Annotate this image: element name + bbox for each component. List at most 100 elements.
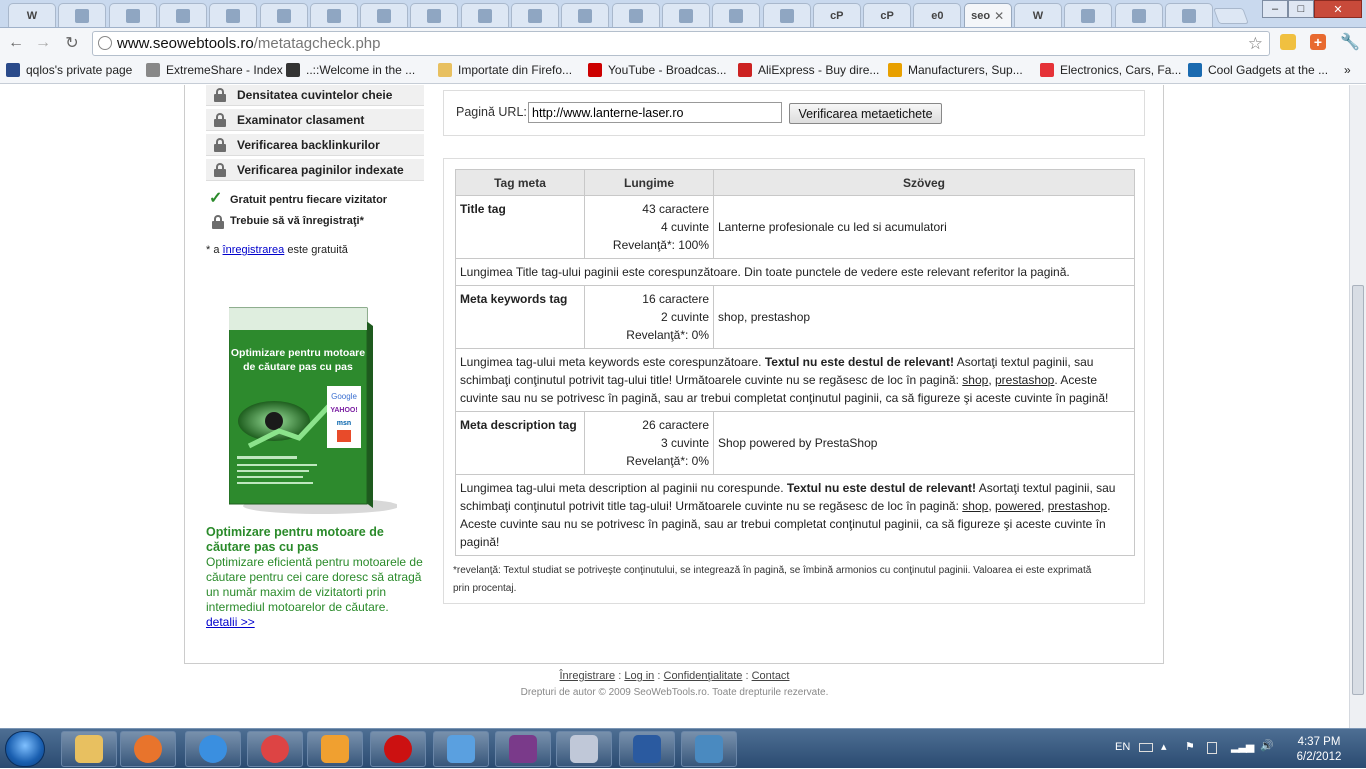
footer-link-login[interactable]: Log in — [624, 670, 654, 682]
browser-tab[interactable] — [1114, 3, 1163, 27]
column-header-text: Szöveg — [713, 169, 1135, 196]
missing-word-link[interactable]: shop — [962, 499, 988, 513]
footer-link-register[interactable]: Înregistrare — [560, 670, 616, 682]
network-icon[interactable]: ▂▃▅ — [1231, 740, 1254, 753]
bookmark-item[interactable]: YouTube - Broadcas... — [588, 63, 727, 77]
missing-word-link[interactable]: prestashop — [995, 373, 1054, 387]
missing-word-link[interactable]: powered — [995, 499, 1041, 513]
verify-meta-tags-button[interactable]: Verificarea metaetichete — [789, 103, 942, 124]
taskbar-chrome-button[interactable] — [247, 731, 303, 767]
flag-icon[interactable]: ⚑ — [1185, 740, 1195, 753]
maximize-button[interactable]: □ — [1288, 0, 1314, 18]
keyboard-icon[interactable] — [1139, 743, 1153, 752]
registration-link[interactable]: înregistrarea — [223, 244, 285, 256]
footer-separator: : — [745, 670, 749, 682]
bookmark-item[interactable]: Importate din Firefo... — [438, 63, 572, 77]
browser-tab[interactable] — [611, 3, 660, 27]
wrench-icon[interactable]: 🔧 — [1340, 32, 1360, 52]
scrollbar-thumb[interactable] — [1352, 285, 1364, 695]
close-tab-icon[interactable]: ✕ — [994, 9, 1004, 23]
missing-word-link[interactable]: shop — [962, 373, 988, 387]
browser-tab[interactable] — [108, 3, 157, 27]
browser-tab[interactable]: W — [8, 3, 56, 27]
url-input[interactable] — [528, 102, 782, 123]
taskbar-winrar-button[interactable] — [495, 731, 551, 767]
meta-tag-text: Shop powered by PrestaShop — [713, 411, 1135, 475]
browser-tab[interactable] — [58, 3, 107, 27]
start-button[interactable] — [5, 731, 45, 767]
bookmark-item[interactable]: ExtremeShare - Index — [146, 63, 283, 77]
missing-word-link[interactable]: prestashop — [1048, 499, 1107, 513]
browser-tab[interactable]: e0 — [913, 3, 962, 27]
footer-link-privacy[interactable]: Confidenţialitate — [664, 670, 743, 682]
dx-icon — [1188, 63, 1202, 77]
cart-icon — [738, 63, 752, 77]
bookmark-item[interactable]: Manufacturers, Sup... — [888, 63, 1023, 77]
more-bookmarks-icon[interactable]: » — [1344, 63, 1351, 77]
browser-tab[interactable] — [259, 3, 308, 27]
add-extension-icon[interactable]: + — [1310, 34, 1326, 50]
promo-details-link[interactable]: detalii >> — [206, 615, 255, 630]
relevance-value: Revelanţă*: 0% — [626, 328, 709, 342]
browser-tab[interactable] — [209, 3, 258, 27]
forward-arrow-icon[interactable]: → — [33, 33, 53, 53]
bookmark-item[interactable]: Electronics, Cars, Fa... — [1040, 63, 1181, 77]
sidebar-item-keyword-density[interactable]: Densitatea cuvintelor cheie — [206, 85, 424, 106]
browser-tab[interactable] — [360, 3, 409, 27]
sidebar-item-rank-checker[interactable]: Examinator clasament — [206, 109, 424, 131]
browser-tab[interactable] — [410, 3, 459, 27]
browser-tab[interactable] — [158, 3, 207, 27]
new-tab-button[interactable] — [1213, 8, 1249, 24]
browser-tab[interactable]: W — [1014, 3, 1062, 27]
bookmark-item[interactable]: Cool Gadgets at the ... — [1188, 63, 1328, 77]
browser-tab[interactable] — [460, 3, 509, 27]
language-indicator[interactable]: EN — [1115, 741, 1130, 753]
bookmark-item[interactable]: AliExpress - Buy dire... — [738, 63, 879, 77]
bookmark-item[interactable]: qqlos's private page — [6, 63, 132, 77]
reload-icon[interactable]: ↻ — [62, 33, 82, 53]
browser-tab[interactable] — [1064, 3, 1113, 27]
minimize-button[interactable]: – — [1262, 0, 1288, 18]
browser-tab[interactable] — [762, 3, 811, 27]
sidebar-item-indexed-pages[interactable]: Verificarea paginilor indexate — [206, 159, 424, 181]
extension-icon[interactable] — [1280, 34, 1296, 50]
page-globe-icon — [98, 36, 112, 50]
url-form: Pagină URL: Verificarea metaetichete — [443, 90, 1145, 136]
volume-icon[interactable]: 🔊 — [1260, 739, 1274, 752]
taskbar-opera-button[interactable] — [370, 731, 426, 767]
taskbar-paint-button[interactable] — [556, 731, 612, 767]
message-text: Lungimea tag-ului meta description al pa… — [460, 481, 784, 495]
browser-tab[interactable] — [712, 3, 761, 27]
taskbar-internet-explorer-button[interactable] — [185, 731, 241, 767]
tab-favicon-icon — [377, 8, 392, 23]
browser-tab[interactable] — [1164, 3, 1213, 27]
close-window-button[interactable]: ✕ — [1314, 0, 1362, 18]
footer-link-contact[interactable]: Contact — [752, 670, 790, 682]
bookmark-star-icon[interactable]: ☆ — [1248, 32, 1263, 55]
system-clock[interactable]: 4:37 PM 6/2/2012 — [1284, 735, 1354, 765]
back-arrow-icon[interactable]: ← — [6, 33, 26, 53]
browser-tab[interactable] — [661, 3, 710, 27]
photo-viewer-icon — [695, 735, 723, 763]
show-hidden-icons-icon[interactable]: ▴ — [1161, 740, 1167, 753]
bookmark-item[interactable]: ..::Welcome in the ... — [286, 63, 415, 77]
taskbar-photo-viewer-button[interactable] — [681, 731, 737, 767]
browser-tab[interactable]: cP — [812, 3, 861, 27]
device-icon[interactable] — [1207, 742, 1217, 754]
browser-tab[interactable]: seo ✕ — [963, 3, 1012, 27]
page-scrollbar[interactable] — [1349, 85, 1366, 728]
taskbar-explorer-button[interactable] — [61, 731, 117, 767]
sidebar-item-backlinks[interactable]: Verificarea backlinkurilor — [206, 134, 424, 156]
windows-taskbar: EN ▴ ⚑ ▂▃▅ 🔊 4:37 PM 6/2/2012 — [0, 728, 1366, 768]
browser-tab[interactable]: cP — [863, 3, 912, 27]
book-cover-image[interactable]: Optimizare pentru motoare de căutare pas… — [228, 306, 399, 516]
browser-tab-strip: WcP cP e0 seo ✕ W — [0, 0, 1366, 28]
taskbar-media-player-button[interactable] — [307, 731, 363, 767]
taskbar-messenger-button[interactable] — [433, 731, 489, 767]
taskbar-feather-app-button[interactable] — [619, 731, 675, 767]
taskbar-firefox-button[interactable] — [120, 731, 176, 767]
browser-tab[interactable] — [309, 3, 358, 27]
address-bar[interactable]: www.seowebtools.ro/metatagcheck.php ☆ — [92, 31, 1270, 56]
browser-tab[interactable] — [561, 3, 610, 27]
browser-tab[interactable] — [511, 3, 559, 27]
